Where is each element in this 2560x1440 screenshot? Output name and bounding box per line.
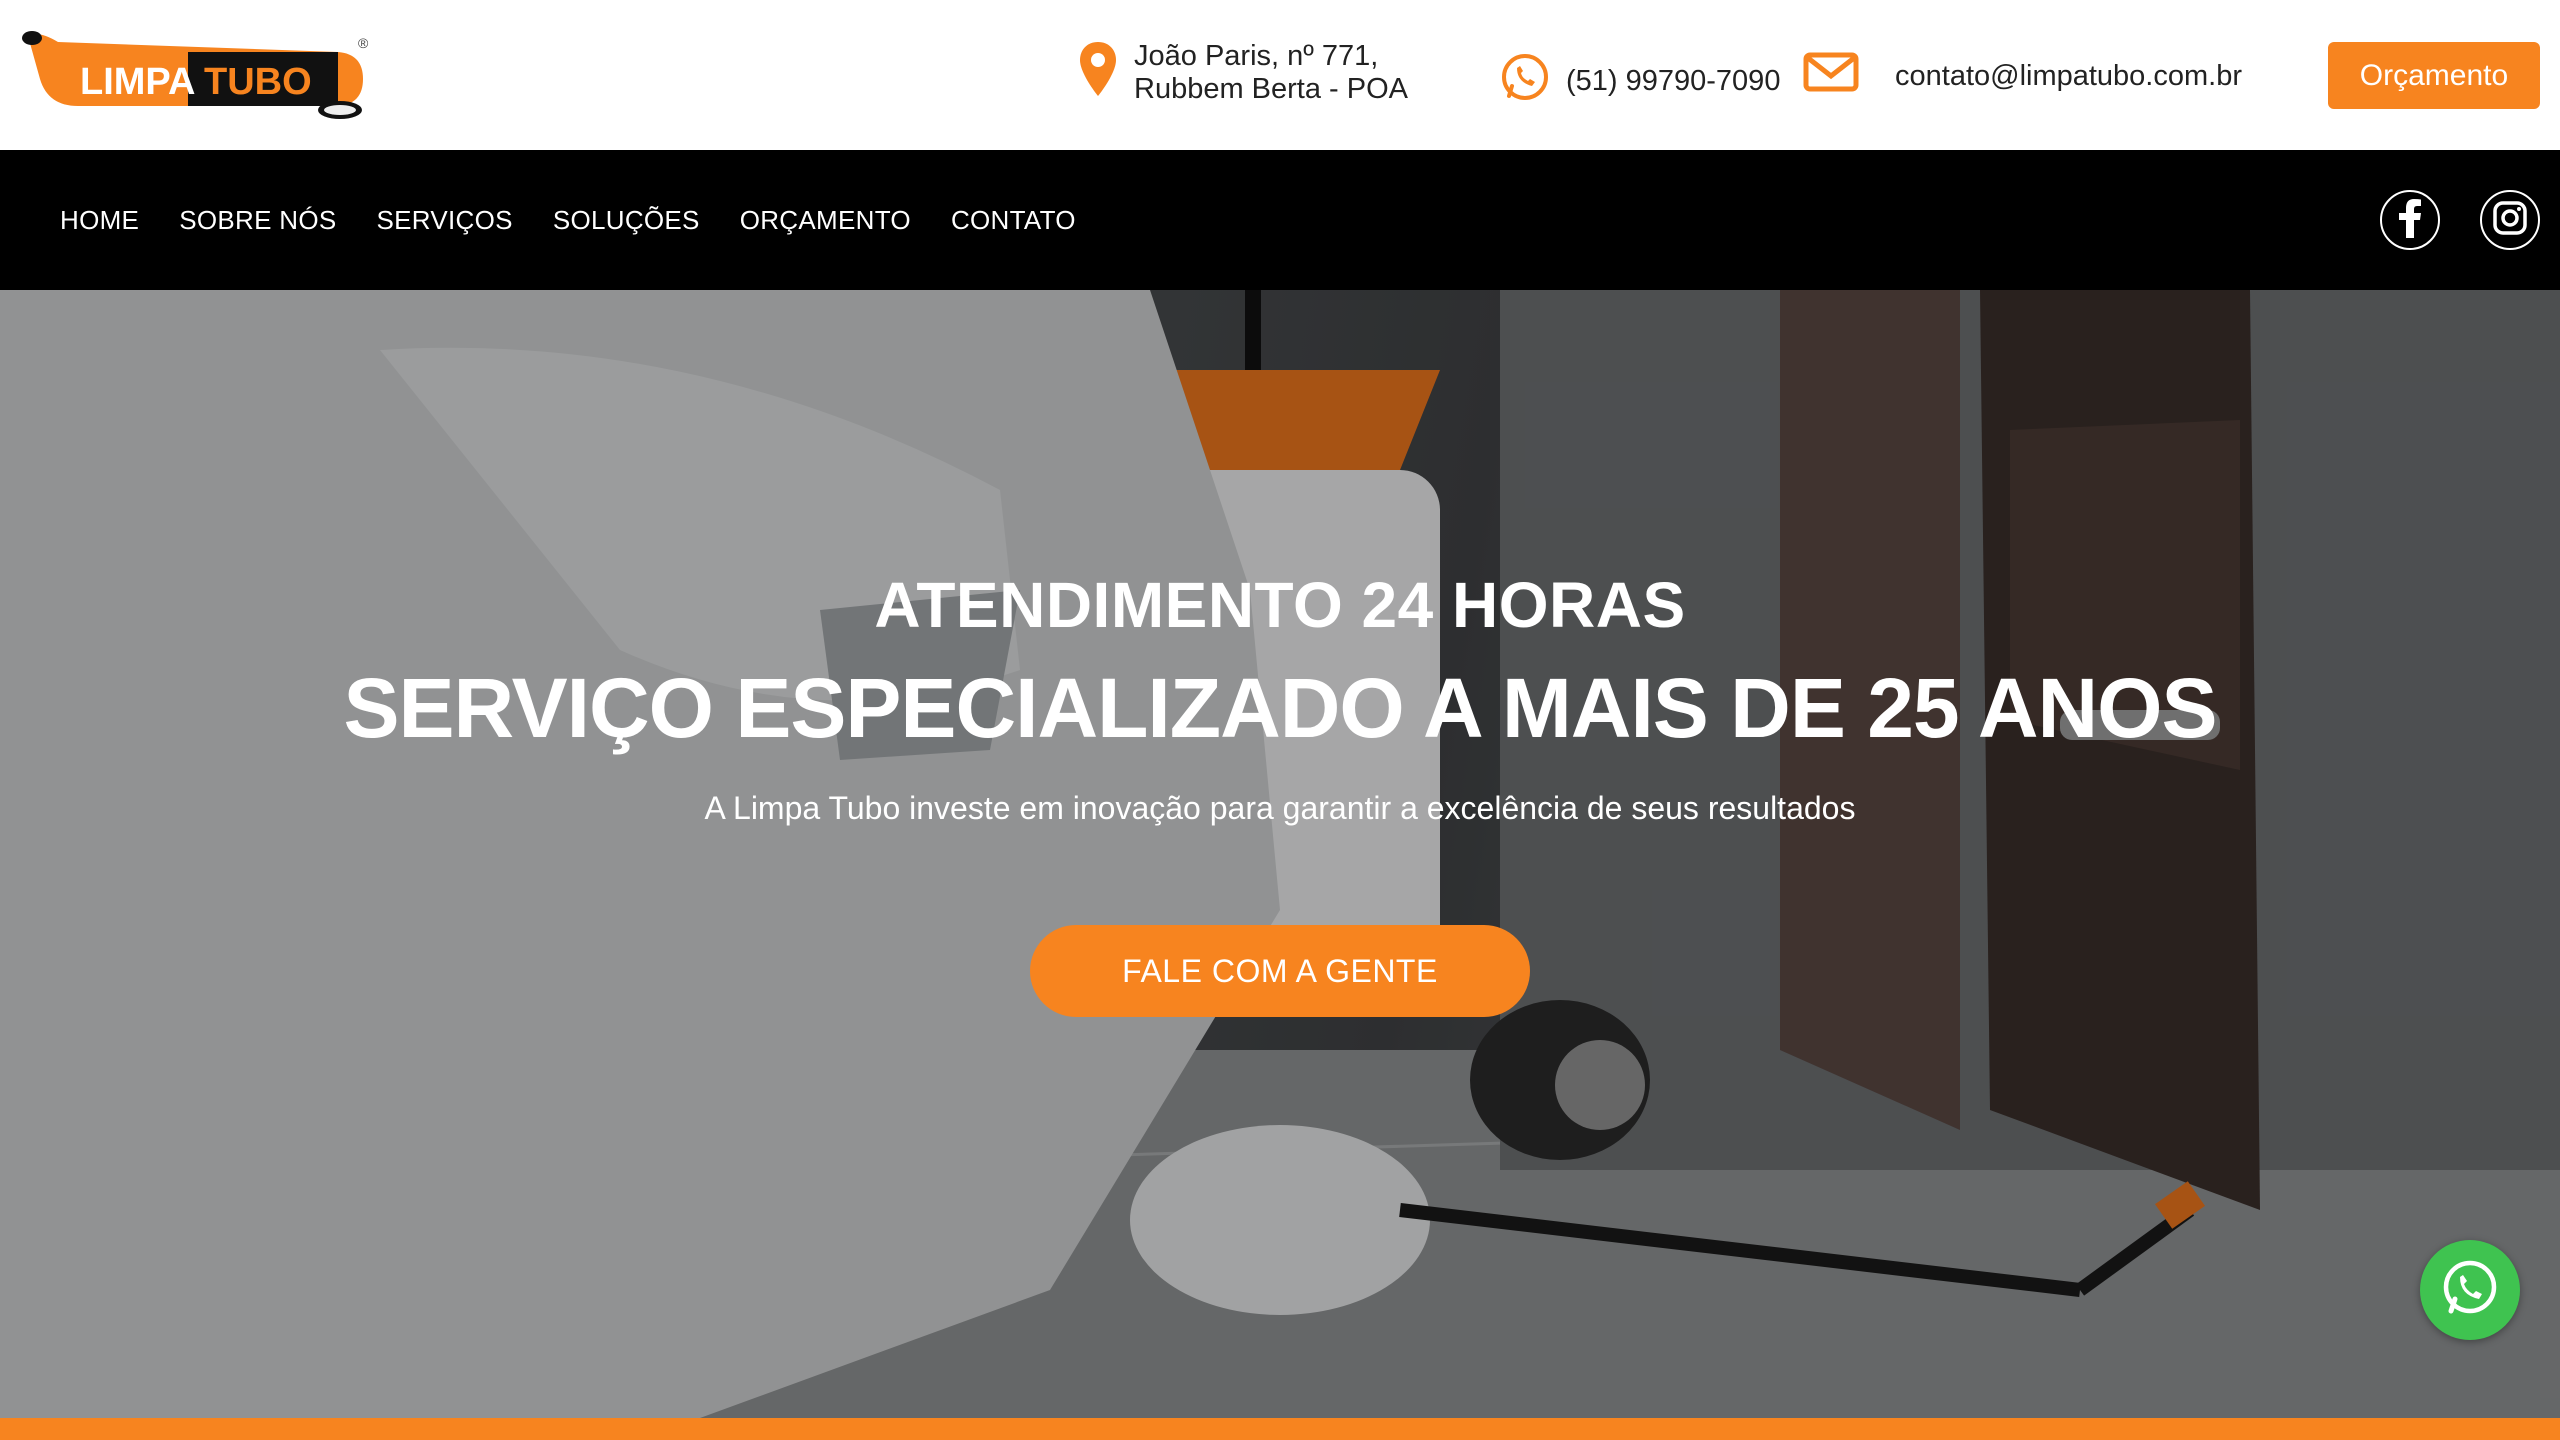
email-block[interactable]: contato@limpatubo.com.br (1803, 52, 2242, 100)
contact-cta-button[interactable]: FALE COM A GENTE (1030, 925, 1530, 1017)
address-line-2: Rubbem Berta - POA (1134, 73, 1408, 105)
main-navbar: HOME SOBRE NÓS SERVIÇOS SOLUÇÕES ORÇAMEN… (0, 150, 2560, 290)
hero-dark-overlay (0, 290, 2560, 1418)
nav-item-home[interactable]: HOME (60, 205, 139, 236)
envelope-icon (1803, 52, 1859, 100)
nav-item-sobre-nos[interactable]: SOBRE NÓS (179, 205, 336, 236)
address-line-1: João Paris, nº 771, (1134, 40, 1379, 72)
budget-button[interactable]: Orçamento (2328, 42, 2540, 109)
whatsapp-float-button[interactable] (2420, 1240, 2520, 1340)
location-pin-icon (1078, 40, 1118, 106)
phone-block[interactable]: (51) 99790-7090 (1500, 52, 1780, 110)
phone-number[interactable]: (51) 99790-7090 (1566, 65, 1780, 98)
facebook-link[interactable] (2380, 190, 2440, 250)
hero-title: SERVIÇO ESPECIALIZADO A MAIS DE 25 ANOS (343, 661, 2217, 755)
whatsapp-icon (2440, 1258, 2500, 1323)
logo-text-left: LIMPA (80, 61, 195, 103)
instagram-icon (2492, 200, 2528, 241)
whatsapp-icon (1500, 52, 1550, 110)
logo-registered-mark: ® (358, 35, 369, 51)
logo-text-right: TUBO (204, 61, 312, 103)
nav-item-contato[interactable]: CONTATO (951, 205, 1076, 236)
hero-subtitle: ATENDIMENTO 24 HORAS (874, 569, 1686, 641)
email-address[interactable]: contato@limpatubo.com.br (1895, 60, 2242, 93)
bottom-accent-stripe (0, 1418, 2560, 1440)
instagram-link[interactable] (2480, 190, 2540, 250)
address-block: João Paris, nº 771, Rubbem Berta - POA (1078, 40, 1408, 106)
top-header: LIMPA TUBO ® João Paris, nº 771, Rubbem … (0, 0, 2560, 150)
nav-item-solucoes[interactable]: SOLUÇÕES (553, 205, 700, 236)
nav-item-orcamento[interactable]: ORÇAMENTO (740, 205, 911, 236)
nav-menu: HOME SOBRE NÓS SERVIÇOS SOLUÇÕES ORÇAMEN… (60, 150, 1116, 290)
limpa-tubo-logo[interactable]: LIMPA TUBO ® (18, 24, 378, 124)
hero-section: ATENDIMENTO 24 HORAS SERVIÇO ESPECIALIZA… (0, 290, 2560, 1418)
nav-item-servicos[interactable]: SERVIÇOS (377, 205, 513, 236)
hero-description: A Limpa Tubo investe em inovação para ga… (704, 790, 1856, 826)
facebook-icon (2397, 198, 2423, 243)
